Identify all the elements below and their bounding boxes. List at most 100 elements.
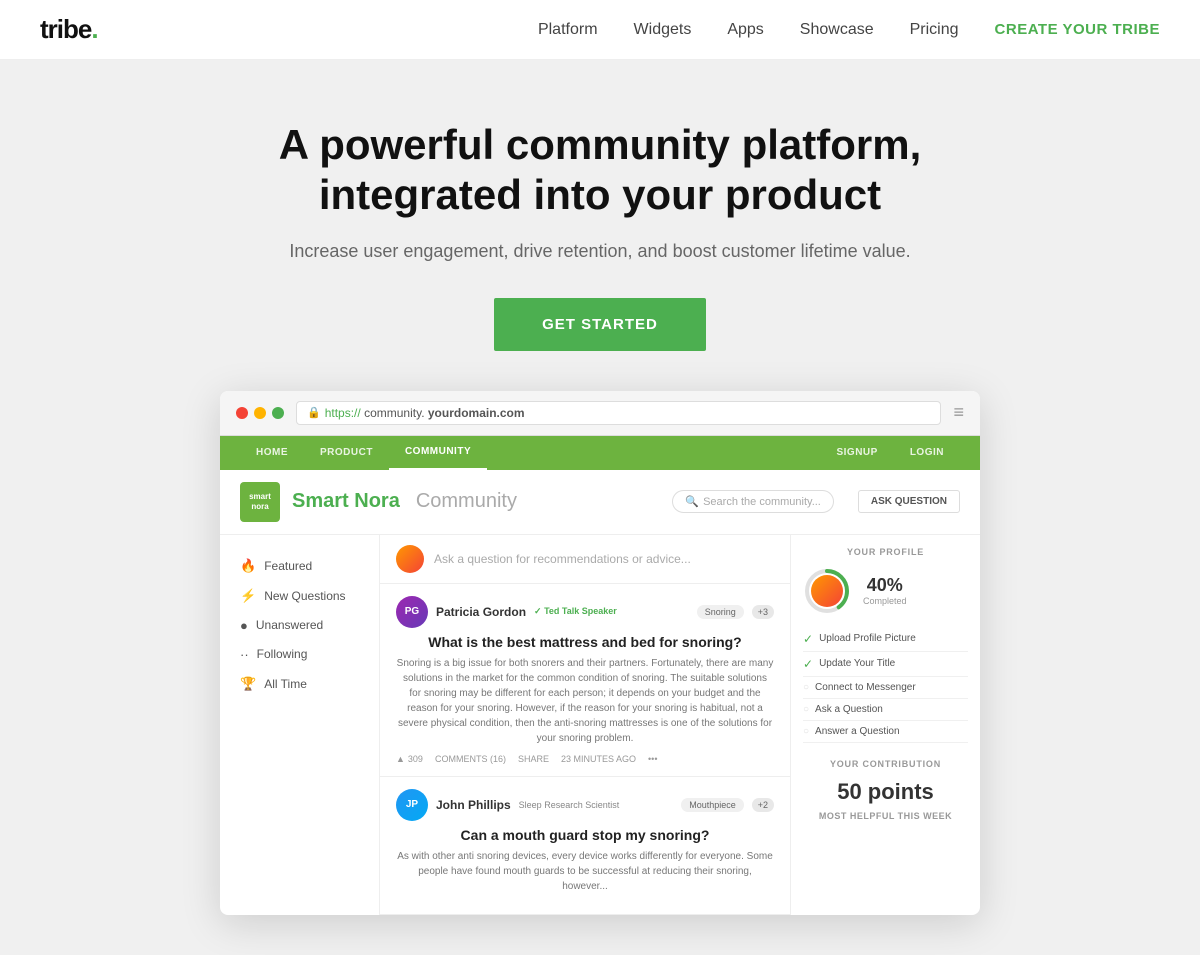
dot-green [272, 407, 284, 419]
community-nav-login[interactable]: LOGIN [894, 436, 960, 470]
sidebar-featured-label: Featured [264, 559, 312, 573]
community-nav-signup[interactable]: SIGNUP [820, 436, 893, 470]
check-icon-2: ✓ [803, 657, 813, 671]
sidebar-following-label: Following [257, 647, 308, 661]
search-icon: 🔍 [685, 495, 699, 508]
community-site: HOME PRODUCT COMMUNITY SIGNUP LOGIN smar… [220, 436, 980, 915]
profile-item-picture: ✓ Upload Profile Picture [803, 627, 968, 652]
post-item-2: JP John Phillips Sleep Research Scientis… [380, 777, 790, 915]
profile-item-label-2: Update Your Title [819, 658, 895, 669]
nav-item-apps[interactable]: Apps [727, 21, 763, 38]
post-footer-1: ▲ 309 COMMENTS (16) SHARE 23 MINUTES AGO… [396, 754, 774, 764]
unanswered-icon: ● [240, 618, 248, 633]
profile-item-title: ✓ Update Your Title [803, 652, 968, 677]
profile-item-messenger[interactable]: ○ Connect to Messenger [803, 677, 968, 699]
profile-item-label-5: Answer a Question [815, 726, 900, 737]
post-votes: ▲ 309 [396, 754, 423, 764]
get-started-button[interactable]: GET STARTED [494, 298, 706, 351]
ask-bar-placeholder: Ask a question for recommendations or ad… [434, 552, 691, 566]
post-item: PG Patricia Gordon ✓ Ted Talk Speaker Sn… [380, 584, 790, 777]
nav-item-showcase[interactable]: Showcase [800, 21, 874, 38]
post-tag-snoring: Snoring [697, 605, 744, 619]
check-empty-3: ○ [803, 726, 809, 737]
post-time: 23 MINUTES AGO [561, 754, 636, 764]
sidebar-item-following[interactable]: ·· Following [220, 640, 379, 669]
post-tags: Snoring +3 [697, 605, 774, 619]
navbar: tribe. Platform Widgets Apps Showcase Pr… [0, 0, 1200, 60]
nav-item-platform[interactable]: Platform [538, 21, 598, 38]
url-text: https:// community. yourdomain.com [325, 406, 525, 420]
check-icon-1: ✓ [803, 632, 813, 646]
profile-avatar-ring [811, 575, 843, 607]
logo-dot: . [91, 14, 97, 44]
completion-pct: 40% [863, 575, 907, 596]
browser-chrome: 🔒 https:// community. yourdomain.com ≡ [220, 391, 980, 436]
brand-community-label: Community [416, 490, 517, 513]
following-icon: ·· [240, 647, 249, 662]
profile-item-label-4: Ask a Question [815, 704, 883, 715]
right-panel: YOUR PROFILE 40% Comp [790, 535, 980, 915]
post-share[interactable]: SHARE [518, 754, 549, 764]
ask-bar: Ask a question for recommendations or ad… [380, 535, 790, 584]
contribution-section: YOUR CONTRIBUTION 50 points MOST HELPFUL… [803, 759, 968, 821]
sidebar-item-new-questions[interactable]: ⚡ New Questions [220, 581, 379, 611]
community-sidebar: 🔥 Featured ⚡ New Questions ● Unanswered … [220, 535, 380, 915]
contribution-points: 50 points [803, 779, 968, 805]
community-nav-home[interactable]: HOME [240, 436, 304, 470]
all-time-icon: 🏆 [240, 676, 256, 692]
post-body-2: As with other anti snoring devices, ever… [396, 849, 774, 894]
contribution-title: YOUR CONTRIBUTION [803, 759, 968, 769]
post-badge-2: Sleep Research Scientist [519, 800, 620, 810]
nav-cta-button[interactable]: CREATE YOUR TRIBE [995, 21, 1160, 38]
sidebar-unanswered-label: Unanswered [256, 618, 323, 632]
new-questions-icon: ⚡ [240, 588, 256, 604]
post-title-2[interactable]: Can a mouth guard stop my snoring? [396, 827, 774, 843]
nav-item-widgets[interactable]: Widgets [634, 21, 692, 38]
sidebar-all-time-label: All Time [264, 677, 307, 691]
profile-section-title: YOUR PROFILE [803, 547, 968, 557]
post-avatar-2: JP [396, 789, 428, 821]
post-tag-num: +3 [752, 605, 774, 619]
search-placeholder-text: Search the community... [703, 496, 821, 508]
community-nav-product[interactable]: PRODUCT [304, 436, 389, 470]
dot-red [236, 407, 248, 419]
post-body-1: Snoring is a big issue for both snorers … [396, 656, 774, 746]
featured-icon: 🔥 [240, 558, 256, 574]
url-lock-icon: 🔒 [307, 406, 321, 419]
progress-ring [803, 567, 851, 615]
post-comments[interactable]: COMMENTS (16) [435, 754, 506, 764]
hero-section: A powerful community platform, integrate… [0, 60, 1200, 955]
profile-completion: 40% Completed [803, 567, 968, 615]
profile-item-ask[interactable]: ○ Ask a Question [803, 699, 968, 721]
post-author-1: Patricia Gordon [436, 605, 526, 619]
ask-avatar [396, 545, 424, 573]
sidebar-item-unanswered[interactable]: ● Unanswered [220, 611, 379, 640]
sidebar-item-all-time[interactable]: 🏆 All Time [220, 669, 379, 699]
nav-item-pricing[interactable]: Pricing [910, 21, 959, 38]
brand-logo: smartnora [240, 482, 280, 522]
community-nav-community[interactable]: COMMUNITY [389, 436, 487, 470]
post-meta: PG Patricia Gordon ✓ Ted Talk Speaker Sn… [396, 596, 774, 628]
sidebar-item-featured[interactable]: 🔥 Featured [220, 551, 379, 581]
brand-name: Smart Nora [292, 490, 400, 513]
completion-text: 40% Completed [863, 575, 907, 606]
logo[interactable]: tribe. [40, 14, 98, 45]
hero-subtext: Increase user engagement, drive retentio… [40, 241, 1160, 262]
browser-dots [236, 407, 284, 419]
profile-item-label-3: Connect to Messenger [815, 682, 916, 693]
ask-question-button[interactable]: ASK QUESTION [858, 490, 960, 513]
profile-item-answer[interactable]: ○ Answer a Question [803, 721, 968, 743]
browser-url-bar: 🔒 https:// community. yourdomain.com [296, 401, 941, 425]
hero-headline: A powerful community platform, integrate… [250, 120, 950, 221]
most-helpful-label: MOST HELPFUL THIS WEEK [803, 811, 968, 821]
sidebar-new-questions-label: New Questions [264, 589, 345, 603]
profile-section: YOUR PROFILE 40% Comp [803, 547, 968, 743]
community-search[interactable]: 🔍 Search the community... [672, 490, 834, 513]
post-meta-2: JP John Phillips Sleep Research Scientis… [396, 789, 774, 821]
community-nav-right: SIGNUP LOGIN [820, 436, 960, 470]
post-title-1[interactable]: What is the best mattress and bed for sn… [396, 634, 774, 650]
post-more-icon[interactable]: ••• [648, 754, 657, 764]
post-badge-1: ✓ Ted Talk Speaker [534, 606, 617, 617]
nav-links: Platform Widgets Apps Showcase Pricing C… [538, 21, 1160, 39]
dot-yellow [254, 407, 266, 419]
